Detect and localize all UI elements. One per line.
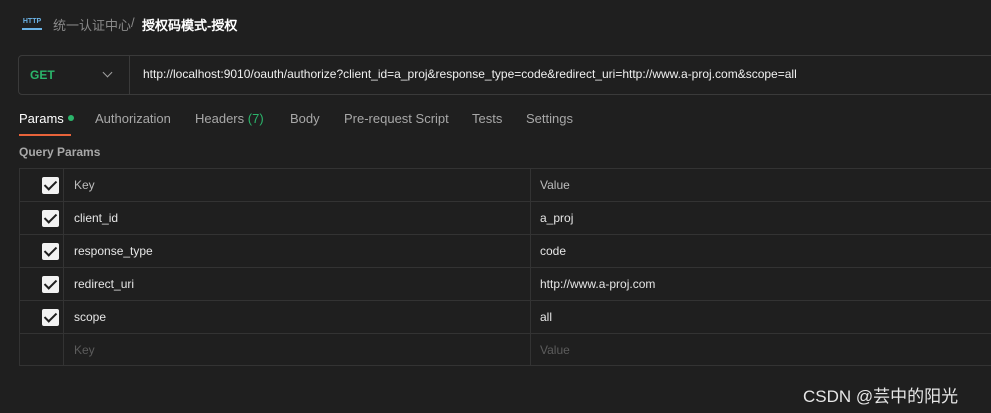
watermark: CSDN @芸中的阳光 [803,387,959,406]
column-divider [530,235,531,267]
column-divider [530,301,531,333]
param-key-cell[interactable]: scope [74,310,106,324]
param-value-cell[interactable]: http://www.a-proj.com [540,277,655,291]
tab-body[interactable]: Body [290,111,320,126]
new-param-value-input[interactable]: Value [540,343,570,357]
method-select[interactable]: GET [19,56,130,94]
column-divider[interactable] [530,169,531,201]
params-active-dot-icon [67,115,74,121]
row-check-cell [20,235,64,267]
table-row-new: Key Value [20,334,991,367]
chevron-down-icon [102,67,113,78]
header-bar: HTTP 统一认证中心 / 授权码模式-授权 [0,0,991,44]
row-check-cell [20,268,64,300]
request-title[interactable]: 授权码模式-授权 [142,15,237,34]
select-all-cell [20,169,64,201]
column-header-value: Value [540,178,570,192]
param-key-cell[interactable]: response_type [74,244,153,258]
breadcrumb-separator: / [131,15,135,30]
row-check-cell [20,301,64,333]
query-params-title: Query Params [19,145,101,159]
url-input[interactable]: http://localhost:9010/oauth/authorize?cl… [143,67,797,81]
row-checkbox[interactable] [42,309,59,326]
table-row: scope all [20,301,991,334]
tab-headers-label: Headers [195,111,245,126]
headers-count-badge: (7) [247,111,264,126]
breadcrumb-collection[interactable]: 统一认证中心 [53,15,131,34]
param-value-cell[interactable]: a_proj [540,211,573,225]
tab-authorization[interactable]: Authorization [95,111,171,126]
param-key-cell[interactable]: redirect_uri [74,277,134,291]
row-checkbox[interactable] [42,210,59,227]
param-value-cell[interactable]: all [540,310,552,324]
select-all-checkbox[interactable] [42,177,59,194]
active-tab-indicator [19,134,71,136]
tab-params[interactable]: Params [19,111,74,126]
param-value-cell[interactable]: code [540,244,566,258]
table-row: response_type code [20,235,991,268]
tab-pre-request-script[interactable]: Pre-request Script [344,111,449,126]
tab-settings[interactable]: Settings [526,111,573,126]
column-divider [530,334,531,366]
table-row: redirect_uri http://www.a-proj.com [20,268,991,301]
table-row: client_id a_proj [20,202,991,235]
row-checkbox[interactable] [42,276,59,293]
table-header-row: Key Value [20,169,991,202]
new-param-key-input[interactable]: Key [74,343,95,357]
tab-params-label: Params [19,111,64,126]
row-checkbox[interactable] [42,243,59,260]
tab-tests[interactable]: Tests [472,111,502,126]
tab-headers[interactable]: Headers (7) [195,111,264,126]
column-divider [530,268,531,300]
column-header-key: Key [74,178,95,192]
row-check-cell [20,334,64,366]
row-check-cell [20,202,64,234]
url-bar: GET http://localhost:9010/oauth/authoriz… [18,55,991,95]
method-label: GET [30,68,55,82]
http-request-icon: HTTP [22,14,42,30]
query-params-table: Key Value client_id a_proj response_type… [19,168,991,366]
column-divider [530,202,531,234]
param-key-cell[interactable]: client_id [74,211,118,225]
